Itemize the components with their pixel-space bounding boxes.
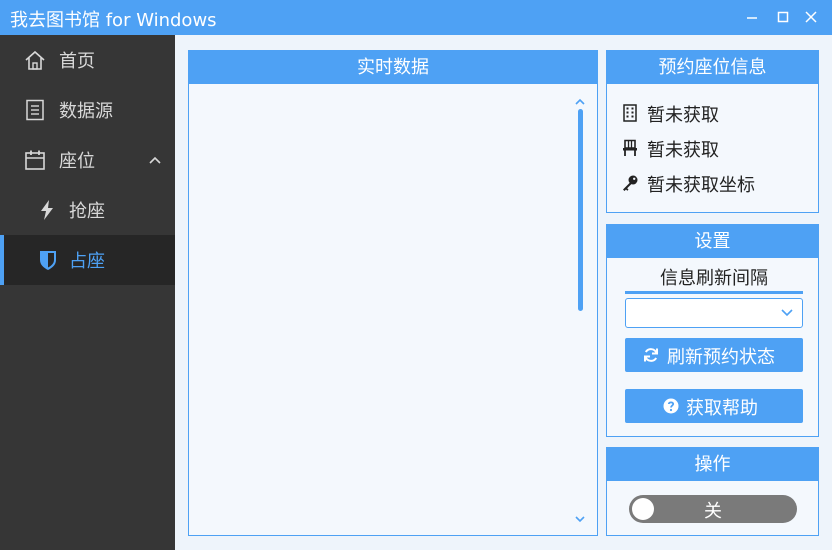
panel-title: 操作 <box>607 448 818 481</box>
reservation-library-value: 暂未获取 <box>647 105 719 126</box>
refresh-icon <box>644 348 658 362</box>
operation-panel: 操作 关 <box>606 447 819 536</box>
realtime-panel: 实时数据 <box>188 50 598 536</box>
close-icon[interactable] <box>803 9 819 25</box>
scroll-up-icon[interactable] <box>574 97 586 107</box>
label-underline <box>625 291 803 294</box>
calendar-icon <box>25 150 45 170</box>
reservation-panel: 预约座位信息 暂未获取 暂未获取 暂未获取坐标 <box>606 50 819 213</box>
main-content: 实时数据 预约座位信息 暂未获取 暂未获取 暂未获取坐标 设置 信息刷新间隔 刷… <box>175 35 832 550</box>
document-icon <box>26 99 44 121</box>
refresh-interval-label: 信息刷新间隔 <box>660 268 768 289</box>
active-indicator <box>0 235 4 285</box>
panel-title: 实时数据 <box>189 51 597 84</box>
chevron-down-icon <box>781 309 793 317</box>
help-icon <box>663 398 679 414</box>
maximize-icon[interactable] <box>775 9 791 25</box>
sidebar-item-hold-seat[interactable]: 占座 <box>0 235 175 285</box>
panel-title: 设置 <box>607 225 818 258</box>
sidebar-item-label: 数据源 <box>59 101 113 122</box>
sidebar-item-datasource[interactable]: 数据源 <box>0 85 175 135</box>
title-bar: 我去图书馆 for Windows <box>0 0 832 35</box>
panel-title: 预约座位信息 <box>607 51 818 84</box>
get-help-button[interactable]: 获取帮助 <box>625 389 803 423</box>
scrollbar-thumb[interactable] <box>578 109 583 311</box>
sidebar-item-label: 座位 <box>59 151 95 172</box>
building-icon <box>623 104 637 122</box>
refresh-interval-select[interactable] <box>625 298 803 328</box>
shield-icon <box>40 251 56 270</box>
sidebar-item-label: 占座 <box>69 251 105 272</box>
sidebar-item-grab-seat[interactable]: 抢座 <box>0 185 175 235</box>
sidebar: 首页 数据源 座位 抢座 占座 <box>0 35 175 550</box>
sidebar-item-label: 首页 <box>59 51 95 72</box>
refresh-status-label: 刷新预约状态 <box>667 347 775 368</box>
minimize-icon[interactable] <box>744 9 760 25</box>
refresh-status-button[interactable]: 刷新预约状态 <box>625 338 803 372</box>
scroll-down-icon[interactable] <box>574 514 586 524</box>
sidebar-item-home[interactable]: 首页 <box>0 35 175 85</box>
chevron-up-icon <box>149 156 161 164</box>
sidebar-item-label: 抢座 <box>69 201 105 222</box>
reservation-coords-value: 暂未获取坐标 <box>647 175 755 196</box>
lightning-icon <box>41 200 53 220</box>
settings-panel: 设置 信息刷新间隔 刷新预约状态 获取帮助 <box>606 224 819 437</box>
reservation-seat-value: 暂未获取 <box>647 140 719 161</box>
toggle-label: 关 <box>704 501 722 522</box>
window-title: 我去图书馆 for Windows <box>10 10 217 31</box>
chair-icon <box>623 139 637 156</box>
operation-toggle[interactable]: 关 <box>629 495 797 523</box>
home-icon <box>25 50 45 70</box>
key-icon <box>623 175 638 191</box>
sidebar-item-seat[interactable]: 座位 <box>0 135 175 185</box>
get-help-label: 获取帮助 <box>686 398 758 419</box>
